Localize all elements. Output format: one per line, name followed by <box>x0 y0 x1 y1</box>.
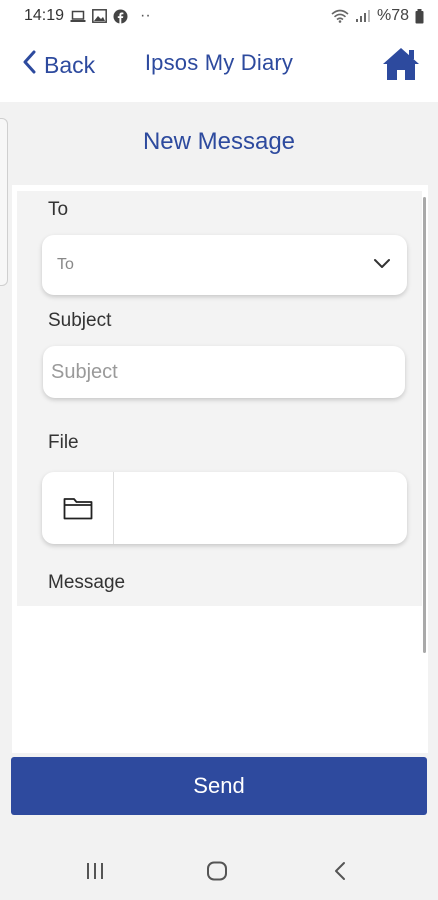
app-title: Ipsos My Diary <box>144 50 294 75</box>
file-label: File <box>48 432 79 453</box>
to-select[interactable]: To <box>42 235 407 295</box>
folder-icon <box>63 498 92 520</box>
laptop-icon <box>70 10 86 23</box>
status-more: ·· <box>140 7 151 24</box>
image-icon <box>92 9 107 23</box>
system-back-button[interactable] <box>325 858 355 884</box>
wifi-icon <box>331 9 349 23</box>
home-circle-icon <box>207 861 227 881</box>
home-button[interactable] <box>382 46 420 82</box>
subject-label: Subject <box>48 310 112 331</box>
home-icon <box>383 48 419 80</box>
form-scrollbar[interactable] <box>423 197 426 653</box>
battery-icon <box>415 8 424 24</box>
to-label: To <box>48 199 69 220</box>
app-header: Back Ipsos My Diary <box>0 32 438 102</box>
status-right: %78 <box>331 7 424 25</box>
recent-apps-icon <box>87 863 103 879</box>
signal-icon <box>355 9 371 23</box>
file-name-field[interactable] <box>114 472 407 544</box>
form-fields-panel: To To Subject File Message <box>17 191 422 606</box>
page-title: New Message <box>142 128 296 155</box>
facebook-icon <box>113 9 128 24</box>
system-home-button[interactable] <box>202 858 232 884</box>
nav-back-icon <box>335 862 345 880</box>
status-left: 14:19 ·· <box>24 7 151 25</box>
status-time: 14:19 <box>24 7 65 24</box>
subject-input[interactable] <box>43 346 405 398</box>
battery-percent: %78 <box>376 7 409 24</box>
message-form: To To Subject File Message <box>12 185 428 753</box>
send-button[interactable]: Send <box>11 757 427 815</box>
recent-apps-button[interactable] <box>80 858 110 884</box>
file-browse-button[interactable] <box>42 472 114 544</box>
system-nav-bar <box>0 840 438 900</box>
chevron-down-icon <box>373 256 391 274</box>
file-picker <box>42 472 407 544</box>
status-bar: 14:19 ·· %78 <box>0 0 438 32</box>
message-textarea[interactable] <box>17 606 422 746</box>
message-label: Message <box>48 572 126 593</box>
to-select-value: To <box>57 256 74 273</box>
